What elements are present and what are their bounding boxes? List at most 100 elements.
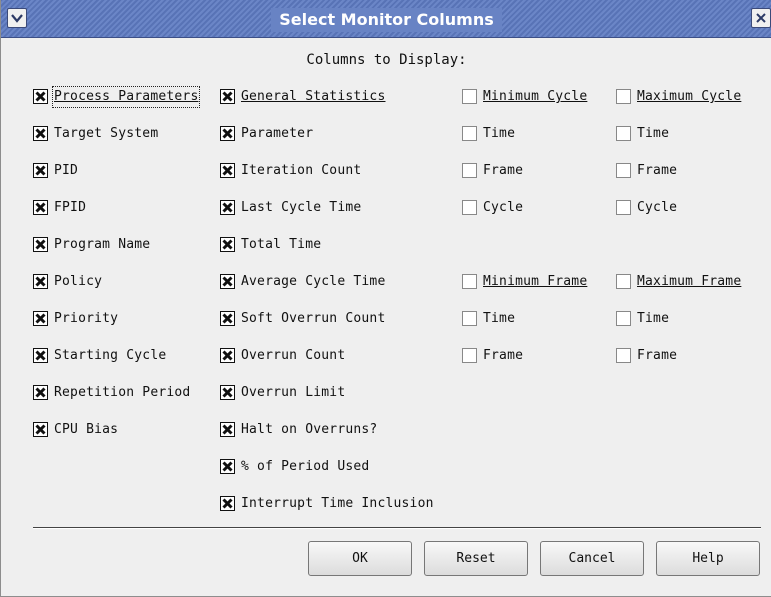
checkbox-label: Minimum Cycle <box>483 89 588 104</box>
checkbox-checked[interactable] <box>33 422 48 437</box>
checkbox-checked[interactable] <box>220 163 235 178</box>
check-x-icon <box>222 498 233 509</box>
checkbox-label: Frame <box>637 163 678 178</box>
close-icon <box>756 13 766 23</box>
checkbox-unchecked[interactable] <box>616 200 631 215</box>
divider <box>33 527 761 529</box>
help-button[interactable]: Help <box>656 541 760 576</box>
checkbox-label: Time <box>483 311 516 326</box>
checkbox-label: Maximum Frame <box>637 274 742 289</box>
checkbox-unchecked[interactable] <box>462 163 477 178</box>
checkbox-checked[interactable] <box>220 311 235 326</box>
check-x-icon <box>35 276 46 287</box>
window-title: Select Monitor Columns <box>271 7 502 32</box>
close-button[interactable] <box>751 8 771 28</box>
checkbox-label: Minimum Frame <box>483 274 588 289</box>
check-x-icon <box>35 424 46 435</box>
checkbox-label: Time <box>637 311 670 326</box>
checkbox-unchecked[interactable] <box>616 89 631 104</box>
checkbox-label: Iteration Count <box>241 163 362 178</box>
checkbox-label: Frame <box>483 163 524 178</box>
ok-button[interactable]: OK <box>308 541 412 576</box>
check-x-icon <box>35 165 46 176</box>
checkbox-label: PID <box>54 163 79 178</box>
columns-heading: Columns to Display: <box>306 52 467 68</box>
checkbox-unchecked[interactable] <box>462 126 477 141</box>
checkbox-label: Time <box>637 126 670 141</box>
checkbox-checked[interactable] <box>220 237 235 252</box>
checkbox-checked[interactable] <box>33 274 48 289</box>
check-x-icon <box>222 276 233 287</box>
check-x-icon <box>35 239 46 250</box>
check-x-icon <box>222 387 233 398</box>
checkbox-label: Parameter <box>241 126 314 141</box>
checkbox-label: Repetition Period <box>54 385 191 400</box>
checkbox-label: Frame <box>483 348 524 363</box>
checkbox-label: Overrun Limit <box>241 385 346 400</box>
checkbox-label: Policy <box>54 274 103 289</box>
checkbox-checked[interactable] <box>33 385 48 400</box>
title-label-container: Select Monitor Columns <box>1 0 771 38</box>
checkbox-label: Process Parameters <box>51 86 201 108</box>
checkbox-checked[interactable] <box>220 422 235 437</box>
checkbox-label: % of Period Used <box>241 459 370 474</box>
reset-button[interactable]: Reset <box>424 541 528 576</box>
check-x-icon <box>35 202 46 213</box>
check-x-icon <box>222 313 233 324</box>
checkbox-label: General Statistics <box>241 89 386 104</box>
checkbox-unchecked[interactable] <box>616 274 631 289</box>
check-x-icon <box>222 239 233 250</box>
checkbox-label: Maximum Cycle <box>637 89 742 104</box>
title-bar[interactable]: Select Monitor Columns <box>1 0 771 38</box>
checkbox-unchecked[interactable] <box>462 200 477 215</box>
checkbox-label: Soft Overrun Count <box>241 311 386 326</box>
check-x-icon <box>35 350 46 361</box>
check-x-icon <box>222 91 233 102</box>
checkbox-checked[interactable] <box>220 200 235 215</box>
check-x-icon <box>222 461 233 472</box>
checkbox-checked[interactable] <box>220 385 235 400</box>
checkbox-label: Interrupt Time Inclusion <box>241 496 434 511</box>
checkbox-checked[interactable] <box>220 89 235 104</box>
checkbox-label: Halt on Overruns? <box>241 422 378 437</box>
checkbox-checked[interactable] <box>220 348 235 363</box>
check-x-icon <box>35 387 46 398</box>
checkbox-label: Priority <box>54 311 119 326</box>
checkbox-checked[interactable] <box>33 126 48 141</box>
checkbox-unchecked[interactable] <box>616 348 631 363</box>
check-x-icon <box>222 424 233 435</box>
checkbox-checked[interactable] <box>220 126 235 141</box>
check-x-icon <box>222 350 233 361</box>
checkbox-unchecked[interactable] <box>462 348 477 363</box>
check-x-icon <box>222 128 233 139</box>
cancel-button[interactable]: Cancel <box>540 541 644 576</box>
checkbox-checked[interactable] <box>33 200 48 215</box>
checkbox-unchecked[interactable] <box>616 311 631 326</box>
checkbox-checked[interactable] <box>33 163 48 178</box>
checkbox-checked[interactable] <box>33 89 48 104</box>
checkbox-label: CPU Bias <box>54 422 119 437</box>
check-x-icon <box>35 313 46 324</box>
checkbox-label: Total Time <box>241 237 322 252</box>
checkbox-checked[interactable] <box>220 274 235 289</box>
checkbox-label: Average Cycle Time <box>241 274 386 289</box>
checkbox-unchecked[interactable] <box>462 311 477 326</box>
checkbox-label: Program Name <box>54 237 151 252</box>
checkbox-unchecked[interactable] <box>462 274 477 289</box>
checkbox-unchecked[interactable] <box>616 163 631 178</box>
checkbox-unchecked[interactable] <box>462 89 477 104</box>
checkbox-checked[interactable] <box>33 311 48 326</box>
checkbox-checked[interactable] <box>220 496 235 511</box>
dialog-window: Select Monitor Columns Columns to Displa… <box>0 0 771 597</box>
checkbox-label: Time <box>483 126 516 141</box>
check-x-icon <box>222 165 233 176</box>
checkbox-label: Last Cycle Time <box>241 200 362 215</box>
checkbox-checked[interactable] <box>33 237 48 252</box>
checkbox-label: Target System <box>54 126 159 141</box>
checkbox-label: Starting Cycle <box>54 348 167 363</box>
checkbox-checked[interactable] <box>220 459 235 474</box>
checkbox-unchecked[interactable] <box>616 126 631 141</box>
check-x-icon <box>35 128 46 139</box>
checkbox-label: FPID <box>54 200 87 215</box>
checkbox-checked[interactable] <box>33 348 48 363</box>
